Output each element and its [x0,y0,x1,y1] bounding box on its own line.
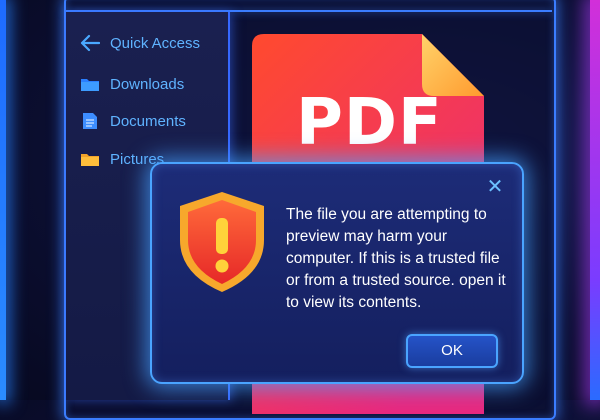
close-icon[interactable]: ✕ [484,176,506,198]
warning-shield-icon [180,192,264,292]
left-edge-glow [0,0,6,400]
pictures-folder-icon [80,150,100,168]
quick-access-label: Quick Access [110,34,201,52]
sidebar-item-pictures[interactable]: Pictures [80,150,164,168]
ok-button[interactable]: OK [406,334,498,368]
warning-message: The file you are attempting to preview m… [286,206,506,311]
document-icon [80,112,100,130]
downloads-folder-icon [80,75,100,93]
security-warning-dialog: ✕ The file you are attempting to preview… [150,162,524,384]
sidebar-item-label: Downloads [110,75,185,93]
sidebar-item-downloads[interactable]: Downloads [80,75,184,93]
quick-access-back-button[interactable]: Quick Access [80,34,200,52]
right-edge-glow [590,0,600,400]
back-arrow-icon [80,34,100,52]
sidebar-item-label: Documents [110,112,186,130]
sidebar-item-documents[interactable]: Documents [80,112,186,130]
pdf-type-label: PDF [296,86,443,160]
